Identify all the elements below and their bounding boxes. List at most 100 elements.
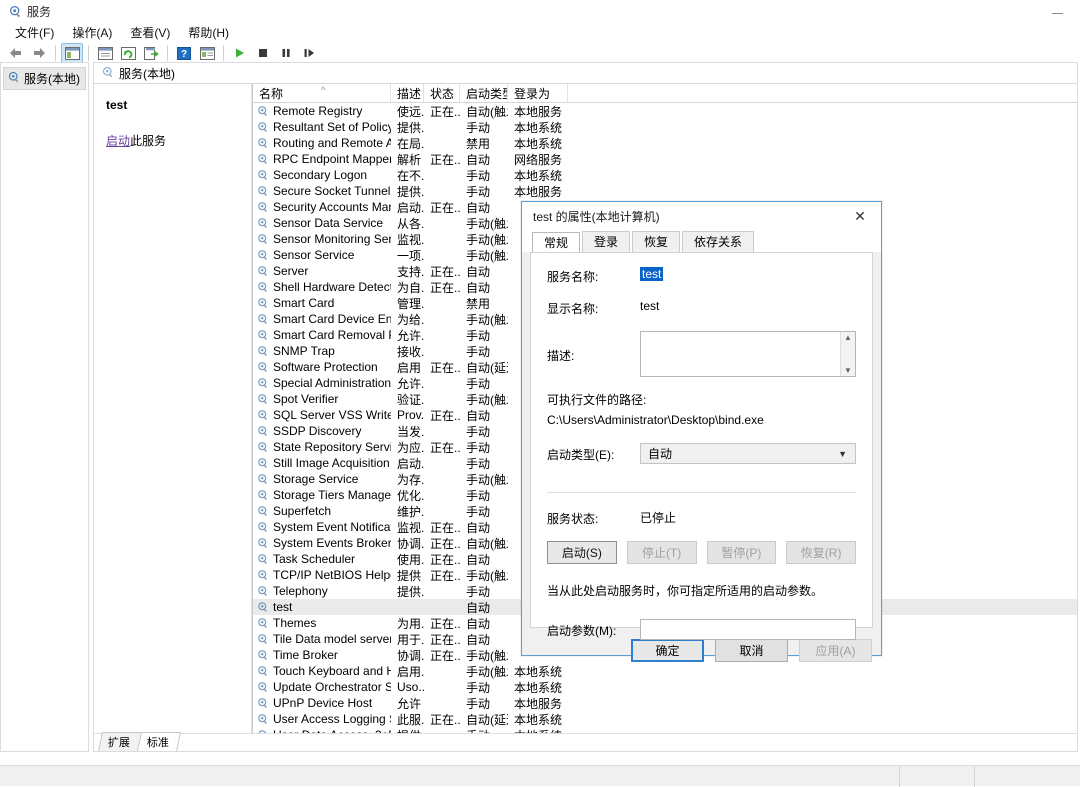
service-name-value[interactable]: test [640,267,663,281]
refresh-icon[interactable] [117,43,139,63]
tab-extended[interactable]: 扩展 [98,732,142,751]
service-startup-type-cell: 手动(触发... [460,471,508,488]
service-name-text: Telephony [273,584,328,598]
start-params-input[interactable] [640,619,856,640]
table-row[interactable]: Secondary Logon在不...手动本地系统 [253,167,1077,183]
table-row[interactable]: User Data Access_3e5d2提供...手动本地系统 [253,727,1077,733]
show-hide-tree-icon[interactable] [61,43,83,63]
export-list-icon[interactable] [140,43,162,63]
service-status-cell: 正在... [424,263,460,280]
service-name-cell: Software Protection [253,360,391,374]
service-status-row: 服务状态: 已停止 [547,509,856,527]
services-gear-icon [257,569,269,581]
services-gear-icon [257,601,269,613]
service-name-text: Task Scheduler [273,552,355,566]
column-header-startup-type[interactable]: 启动类型 [460,84,508,102]
service-startup-type-cell: 手动 [460,679,508,696]
chevron-down-icon[interactable]: ▼ [844,365,852,376]
service-status-cell: 正在... [424,535,460,552]
service-name-text: Server [273,264,308,278]
column-header-status[interactable]: 状态 [424,84,460,102]
service-name-cell: UPnP Device Host [253,696,391,710]
column-header-name[interactable]: 名称 ^ [253,84,391,102]
table-row[interactable]: RPC Endpoint Mapper解析 ...正在...自动网络服务 [253,151,1077,167]
pause-icon[interactable] [275,43,297,63]
description-scrollbar[interactable]: ▲ ▼ [840,332,855,376]
service-startup-type-cell: 手动(触发... [460,231,508,248]
service-description-cell: 允许 ... [391,695,424,712]
service-name-cell: Remote Registry [253,104,391,118]
view-icon[interactable] [196,43,218,63]
service-name-cell: Touch Keyboard and Ha... [253,664,391,678]
menu-action[interactable]: 操作(A) [63,22,121,43]
dialog-ok-button[interactable]: 确定 [631,639,704,662]
stop-icon[interactable] [252,43,274,63]
service-name-text: Update Orchestrator Ser... [273,680,391,694]
service-status-cell: 正在... [424,279,460,296]
service-log-on-as-cell: 本地系统 [508,167,568,184]
back-arrow-icon[interactable] [5,43,27,63]
service-description-cell: 管理... [391,295,424,312]
restart-icon[interactable] [298,43,320,63]
column-header-log-on-as[interactable]: 登录为 [508,84,568,102]
play-icon[interactable] [229,43,251,63]
menubar: 文件(F) 操作(A) 查看(V) 帮助(H) [0,22,1080,42]
table-row[interactable]: UPnP Device Host允许 ...手动本地服务 [253,695,1077,711]
service-startup-type-cell: 自动(触发... [460,535,508,552]
services-gear-icon [102,66,114,81]
tab-standard[interactable]: 标准 [137,732,181,751]
service-description-cell: 提供... [391,583,424,600]
view-tabs: 扩展 标准 [94,733,1077,751]
dialog-tab-general[interactable]: 常规 [532,232,580,253]
close-icon[interactable]: ✕ [839,202,881,230]
properties-icon[interactable] [94,43,116,63]
service-description-cell: 当发... [391,423,424,440]
service-action-text: 启动此服务 [106,132,241,149]
description-input[interactable]: ▲ ▼ [640,331,856,377]
dialog-tab-logon[interactable]: 登录 [582,231,630,252]
table-row[interactable]: Update Orchestrator Ser...Uso...手动本地系统 [253,679,1077,695]
display-name-value[interactable]: test [640,299,659,313]
services-gear-icon [257,361,269,373]
service-name-cell: Sensor Service [253,248,391,262]
service-startup-type-cell: 手动(触发... [460,247,508,264]
startup-type-label: 启动类型(E): [547,445,640,463]
tree-node-services-local[interactable]: 服务(本地) [3,67,86,90]
start-service-link[interactable]: 启动 [106,134,130,148]
startup-type-value: 自动 [648,445,672,462]
minimize-button[interactable] [1035,0,1080,22]
service-description-cell: 从各... [391,215,424,232]
help-icon[interactable]: ? [173,43,195,63]
column-header-description[interactable]: 描述 [391,84,424,102]
service-status-cell: 正在... [424,407,460,424]
service-name-cell: SSDP Discovery [253,424,391,438]
startup-type-select[interactable]: 自动 ▼ [640,443,856,464]
table-row[interactable]: Routing and Remote Acc...在局...禁用本地系统 [253,135,1077,151]
service-startup-type-cell: 自动 [460,631,508,648]
dialog-tab-dependencies[interactable]: 依存关系 [682,231,754,252]
service-description-cell: 启用... [391,663,424,680]
dialog-start-button[interactable]: 启动(S) [547,541,617,564]
service-description-cell: 验证... [391,391,424,408]
forward-arrow-icon[interactable] [28,43,50,63]
services-gear-icon [257,537,269,549]
service-startup-type-cell: 手动 [460,695,508,712]
chevron-up-icon[interactable]: ▲ [844,332,852,343]
menu-view[interactable]: 查看(V) [121,22,179,43]
service-description-cell: 维护... [391,503,424,520]
dialog-tab-recovery[interactable]: 恢复 [632,231,680,252]
menu-help[interactable]: 帮助(H) [179,22,238,43]
table-row[interactable]: Resultant Set of Policy Pr...提供...手动本地系统 [253,119,1077,135]
service-name-text: RPC Endpoint Mapper [273,152,391,166]
table-row[interactable]: User Access Logging Ser...此服...正在...自动(延… [253,711,1077,727]
service-log-on-as-cell: 本地服务 [508,103,568,120]
menu-file[interactable]: 文件(F) [6,22,63,43]
dialog-cancel-button[interactable]: 取消 [715,639,788,662]
service-name-cell: System Events Broker [253,536,391,550]
services-gear-icon [257,441,269,453]
services-gear-icon [8,71,20,86]
table-row[interactable]: Remote Registry使远...正在...自动(触发...本地服务 [253,103,1077,119]
table-row[interactable]: Secure Socket Tunneling ...提供...手动本地服务 [253,183,1077,199]
selected-service-title: test [106,98,241,112]
service-description-cell: 启动... [391,199,424,216]
